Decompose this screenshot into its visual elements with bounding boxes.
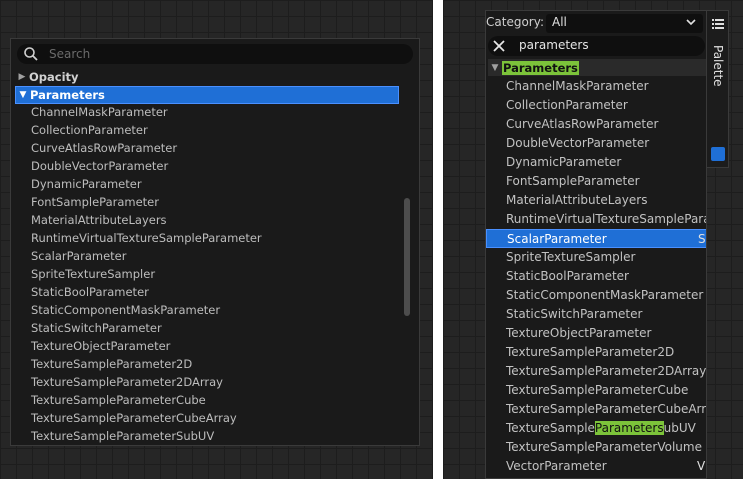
item-label: DoubleVectorParameter [506,136,650,150]
item-label: TextureSampleParameterCubeArra [506,402,707,416]
list-item[interactable]: TextureObjectParameter [486,324,706,343]
clear-icon[interactable] [492,39,506,53]
list-item[interactable]: TextureSampleParameterCubeArra [486,400,707,419]
item-label: SpriteTextureSampler [506,250,636,264]
list-item[interactable]: SpriteTextureSampler [486,248,706,267]
category-label: Parameters [30,88,105,102]
left-search-box[interactable] [17,44,413,64]
list-icon [712,19,724,29]
category-value: All [552,15,567,29]
search-match-highlight: Parameters [594,421,664,435]
item-label: VectorParameter [506,459,607,473]
category-label: Opacity [29,70,79,84]
list-item[interactable]: FontSampleParameter [31,193,401,211]
item-trailing-text: S [698,232,706,246]
list-item[interactable]: TextureSampleParameterCube [486,381,706,400]
palette-label: Palette [711,45,725,87]
search-query[interactable]: parameters [519,38,589,52]
list-item[interactable]: ChannelMaskParameter [486,77,706,96]
list-item[interactable]: CurveAtlasRowParameter [31,139,401,157]
list-item[interactable]: CollectionParameter [486,96,706,115]
list-item[interactable]: CurveAtlasRowParameter [486,115,706,134]
list-item[interactable]: DynamicParameter [31,175,401,193]
list-item[interactable]: StaticBoolParameter [486,267,706,286]
item-label: DynamicParameter [506,155,622,169]
list-item[interactable]: TextureSampleParameter2D [31,355,401,373]
right-context-menu: Category: All parameters ▼ Parameters Ch… [485,10,707,479]
search-icon [24,47,38,61]
list-item[interactable]: ScalarParameter [31,247,401,265]
item-label: ScalarParameter [507,232,607,246]
collapse-arrow-icon[interactable]: ▼ [16,90,30,100]
item-label: MaterialAttributeLayers [506,193,648,207]
list-item[interactable]: MaterialAttributeLayers [486,191,706,210]
item-label: StaticSwitchParameter [506,307,643,321]
right-search-box[interactable]: parameters [488,36,705,56]
scrollbar-thumb[interactable] [404,198,410,316]
left-node-list: ChannelMaskParameter CollectionParameter C… [31,103,401,445]
list-item[interactable]: TextureSampleParameter2DArray [486,362,707,381]
pin-icon[interactable] [711,147,725,161]
list-item[interactable]: TextureSampleParameter2DArray [31,373,401,391]
list-item[interactable]: StaticBoolParameter [31,283,401,301]
list-item[interactable]: DynamicParameter [486,153,706,172]
list-item[interactable]: VectorParameter V [486,457,706,476]
left-context-menu: ▶ Opacity ▼ Parameters ChannelMaskParame… [10,38,420,446]
chevron-down-icon [686,19,696,26]
left-graph-background: ▶ Opacity ▼ Parameters ChannelMaskParame… [0,0,433,479]
item-label: TextureObjectParameter [506,326,652,340]
panel-divider [433,0,443,479]
expand-arrow-icon[interactable]: ▶ [15,72,29,82]
list-item[interactable]: MaterialAttributeLayers [31,211,401,229]
category-header-label: Parameters [502,60,579,75]
list-item[interactable]: TextureSampleParametersubUV [486,419,706,438]
category-opacity[interactable]: ▶ Opacity [15,68,399,86]
collapse-arrow-icon[interactable]: ▼ [488,63,502,73]
list-item[interactable]: StaticComponentMaskParameter [31,301,401,319]
item-trailing-text: V [697,459,706,473]
list-item[interactable]: SpriteTextureSampler [31,265,401,283]
list-item[interactable]: StaticComponentMaskParameter [486,286,706,305]
category-label: Category: [486,15,544,29]
right-graph-background: Category: All parameters ▼ Parameters Ch… [443,0,743,479]
list-item[interactable]: RuntimeVirtualTextureSamplePara [486,210,707,229]
item-label: TextureSampleParameter2DArray [506,364,707,378]
list-item[interactable]: TextureSampleParameterSubUV [31,427,401,445]
list-item[interactable]: TextureSampleParameterCubeArray [31,409,401,427]
right-node-list: ChannelMaskParameter CollectionParameter C… [486,77,707,476]
list-item[interactable]: FontSampleParameter [486,172,706,191]
list-item[interactable]: DoubleVectorParameter [31,157,401,175]
item-label-part: TextureSample [506,421,595,435]
list-item[interactable]: RuntimeVirtualTextureSampleParameter [31,229,401,247]
list-item[interactable]: CollectionParameter [31,121,401,139]
item-label: TextureSampleParameter2D [506,345,675,359]
category-parameters[interactable]: ▼ Parameters [488,59,706,76]
item-label-part: ubUV [663,421,696,435]
list-item[interactable]: DoubleVectorParameter [486,134,706,153]
list-item[interactable]: ChannelMaskParameter [31,103,401,121]
list-item[interactable]: TextureSampleParameterCube [31,391,401,409]
item-label: CollectionParameter [506,98,628,112]
item-label: RuntimeVirtualTextureSamplePara [506,212,707,226]
list-item[interactable]: TextureObjectParameter [31,337,401,355]
item-label: StaticBoolParameter [506,269,629,283]
list-item[interactable]: StaticSwitchParameter [486,305,706,324]
item-label: TextureSampleParameterVolume [506,440,702,454]
list-item[interactable]: TextureSampleParameter2D [486,343,706,362]
palette-tab[interactable]: Palette [707,10,729,168]
item-label: CurveAtlasRowParameter [506,117,659,131]
search-input[interactable] [49,46,399,62]
category-dropdown[interactable]: All [546,14,703,33]
item-label: StaticComponentMaskParameter [506,288,704,302]
list-item-selected[interactable]: ScalarParameter S [486,229,706,248]
item-label: ChannelMaskParameter [506,79,649,93]
list-item[interactable]: StaticSwitchParameter [31,319,401,337]
category-parameters[interactable]: ▼ Parameters [15,86,399,104]
item-label: FontSampleParameter [506,174,640,188]
item-label: TextureSampleParameterCube [506,383,689,397]
list-item[interactable]: TextureSampleParameterVolume [486,438,706,457]
